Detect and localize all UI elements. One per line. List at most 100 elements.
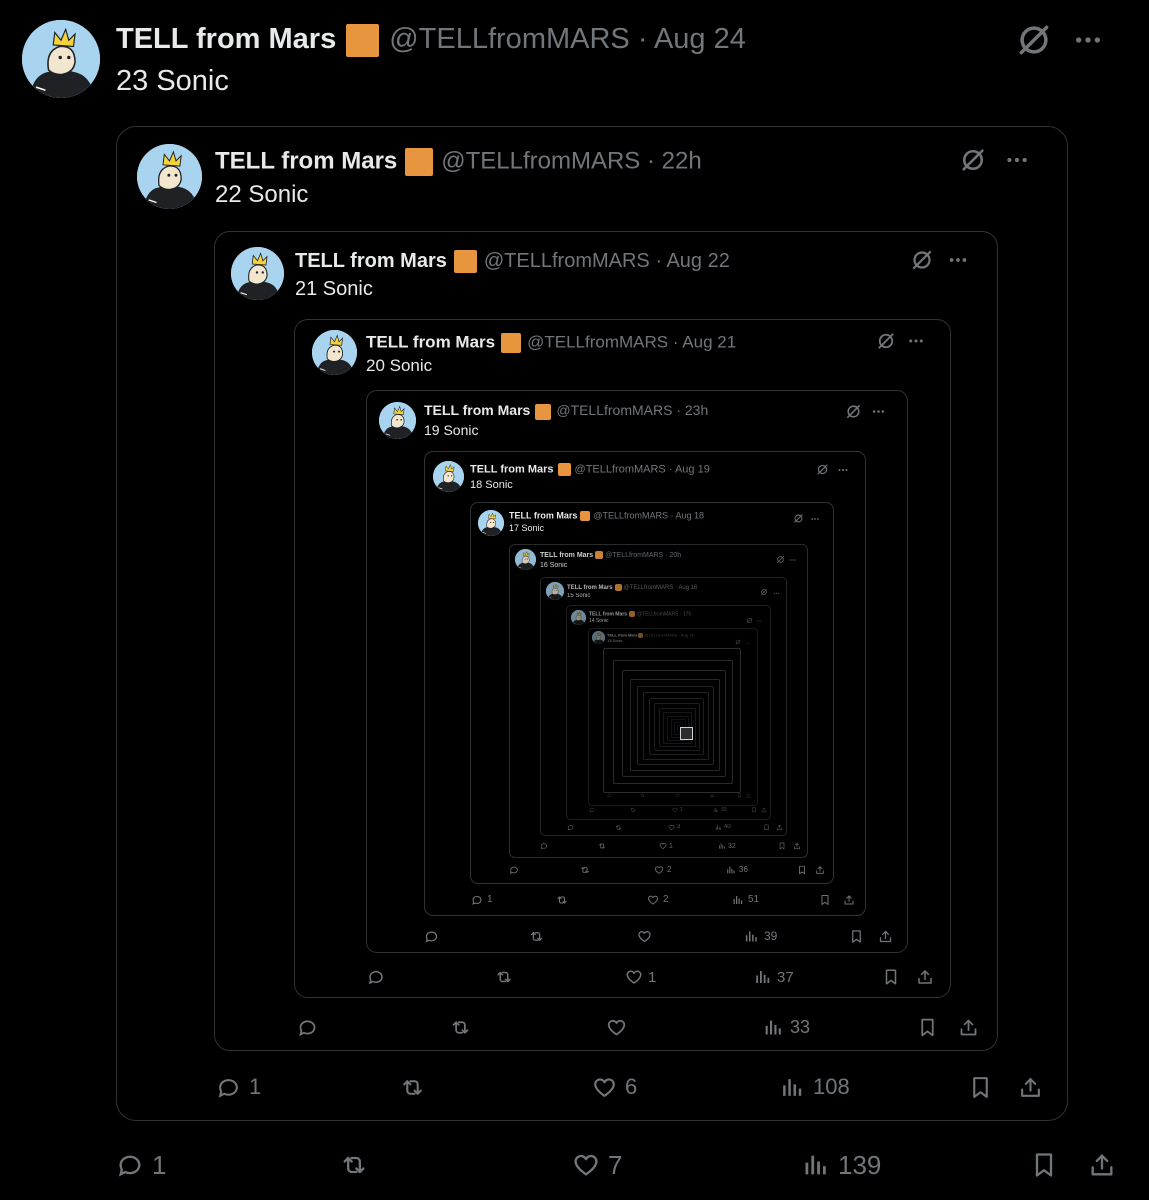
grok-icon[interactable]	[959, 146, 987, 174]
avatar[interactable]	[312, 330, 357, 375]
display-name[interactable]: TELL from Mars	[540, 552, 593, 559]
reply-button[interactable]	[509, 865, 522, 875]
avatar[interactable]	[22, 20, 100, 98]
views-button[interactable]: 51	[732, 894, 759, 906]
user-handle[interactable]: @TELLfromMARS	[605, 552, 663, 559]
more-icon[interactable]	[947, 249, 969, 271]
share-button[interactable]	[815, 865, 825, 875]
more-icon[interactable]	[810, 511, 820, 521]
retweet-button[interactable]	[615, 824, 624, 831]
avatar[interactable]	[137, 144, 202, 209]
views-button[interactable]: 33	[713, 807, 727, 813]
retweet-button[interactable]	[556, 894, 572, 906]
like-button[interactable]	[675, 793, 682, 798]
display-name[interactable]: TELL from Mars	[567, 585, 613, 591]
views-button[interactable]	[710, 793, 717, 798]
more-icon[interactable]	[1004, 147, 1030, 173]
views-button[interactable]: 32	[718, 842, 736, 850]
reply-button[interactable]	[424, 929, 444, 944]
more-icon[interactable]	[871, 404, 886, 419]
user-handle[interactable]: @TELLfromMARS	[593, 510, 668, 520]
user-handle[interactable]: @TELLfromMARS	[575, 463, 666, 475]
retweet-button[interactable]	[630, 807, 638, 813]
display-name[interactable]: TELL from Mars	[215, 147, 397, 174]
user-handle[interactable]: @TELLfromMARS	[637, 612, 678, 618]
bookmark-button[interactable]	[819, 894, 831, 906]
views-button[interactable]: 39	[744, 929, 777, 944]
grok-icon[interactable]	[793, 511, 804, 523]
reply-button[interactable]	[567, 824, 576, 831]
views-button[interactable]: 108	[780, 1075, 850, 1100]
avatar[interactable]	[592, 631, 605, 644]
grok-icon[interactable]	[760, 583, 768, 596]
user-handle[interactable]: @TELLfromMARS	[527, 332, 668, 351]
reply-button[interactable]: 1	[471, 894, 493, 906]
retweet-button[interactable]	[598, 842, 608, 850]
display-name[interactable]: TELL from Mars	[607, 632, 637, 637]
user-handle[interactable]: @TELLfromMARS	[441, 147, 640, 174]
reply-button[interactable]	[540, 842, 550, 850]
bookmark-button[interactable]	[882, 968, 900, 986]
like-button[interactable]: 1	[659, 842, 673, 850]
avatar[interactable]	[571, 610, 586, 625]
like-button[interactable]	[606, 1017, 633, 1038]
share-button[interactable]	[746, 793, 751, 798]
avatar[interactable]	[433, 461, 464, 492]
reply-button[interactable]: 1	[116, 1151, 166, 1179]
more-icon[interactable]	[907, 332, 925, 350]
timestamp[interactable]: Aug 21	[682, 332, 736, 351]
more-icon[interactable]	[773, 584, 780, 594]
reply-button[interactable]	[297, 1017, 324, 1038]
like-button[interactable]	[637, 929, 657, 944]
user-handle[interactable]: @TELLfromMARS	[556, 402, 672, 418]
timestamp[interactable]: Aug 16	[678, 585, 697, 591]
reply-button[interactable]	[607, 793, 614, 798]
reply-button[interactable]	[589, 807, 597, 813]
more-icon[interactable]	[789, 551, 797, 561]
grok-icon[interactable]	[876, 331, 896, 351]
avatar[interactable]	[231, 247, 284, 300]
like-button[interactable]: 6	[592, 1075, 637, 1100]
display-name[interactable]: TELL from Mars	[424, 402, 530, 418]
avatar[interactable]	[379, 402, 416, 439]
like-button[interactable]: 1	[625, 968, 656, 986]
bookmark-button[interactable]	[763, 824, 770, 831]
retweet-button[interactable]	[450, 1017, 477, 1038]
views-button[interactable]: 40	[715, 824, 731, 831]
bookmark-button[interactable]	[917, 1017, 938, 1038]
display-name[interactable]: TELL from Mars	[589, 612, 627, 618]
user-handle[interactable]: @TELLfromMARS	[624, 585, 674, 591]
grok-icon[interactable]	[816, 463, 829, 476]
timestamp[interactable]: 23h	[685, 402, 708, 418]
retweet-button[interactable]	[529, 929, 549, 944]
grok-icon[interactable]	[776, 551, 785, 563]
timestamp[interactable]: Aug 22	[666, 250, 729, 272]
share-button[interactable]	[776, 824, 783, 831]
display-name[interactable]: TELL from Mars	[295, 250, 447, 272]
reply-button[interactable]	[367, 968, 390, 986]
views-button[interactable]: 36	[726, 865, 748, 875]
retweet-button[interactable]	[400, 1075, 433, 1100]
bookmark-button[interactable]	[849, 929, 864, 944]
timestamp[interactable]: 20h	[669, 552, 681, 559]
timestamp[interactable]: 22h	[662, 147, 702, 174]
share-button[interactable]	[1088, 1151, 1116, 1179]
timestamp[interactable]: Aug 19	[675, 463, 710, 475]
retweet-button[interactable]	[340, 1151, 376, 1179]
views-button[interactable]: 33	[763, 1017, 810, 1038]
display-name[interactable]: TELL from Mars	[509, 510, 577, 520]
like-button[interactable]: 1	[672, 807, 683, 813]
bookmark-button[interactable]	[1030, 1151, 1058, 1179]
user-handle[interactable]: @TELLfromMARS	[484, 250, 650, 272]
share-button[interactable]	[916, 968, 934, 986]
avatar[interactable]	[478, 510, 504, 536]
grok-icon[interactable]	[910, 248, 934, 272]
more-icon[interactable]	[745, 633, 750, 644]
like-button[interactable]: 2	[654, 865, 671, 875]
more-icon[interactable]	[1072, 24, 1104, 56]
bookmark-button[interactable]	[778, 842, 786, 850]
grok-icon[interactable]	[1015, 21, 1053, 59]
retweet-button[interactable]	[640, 793, 647, 798]
grok-icon[interactable]	[746, 611, 753, 623]
timestamp[interactable]: Aug 24	[654, 23, 746, 55]
